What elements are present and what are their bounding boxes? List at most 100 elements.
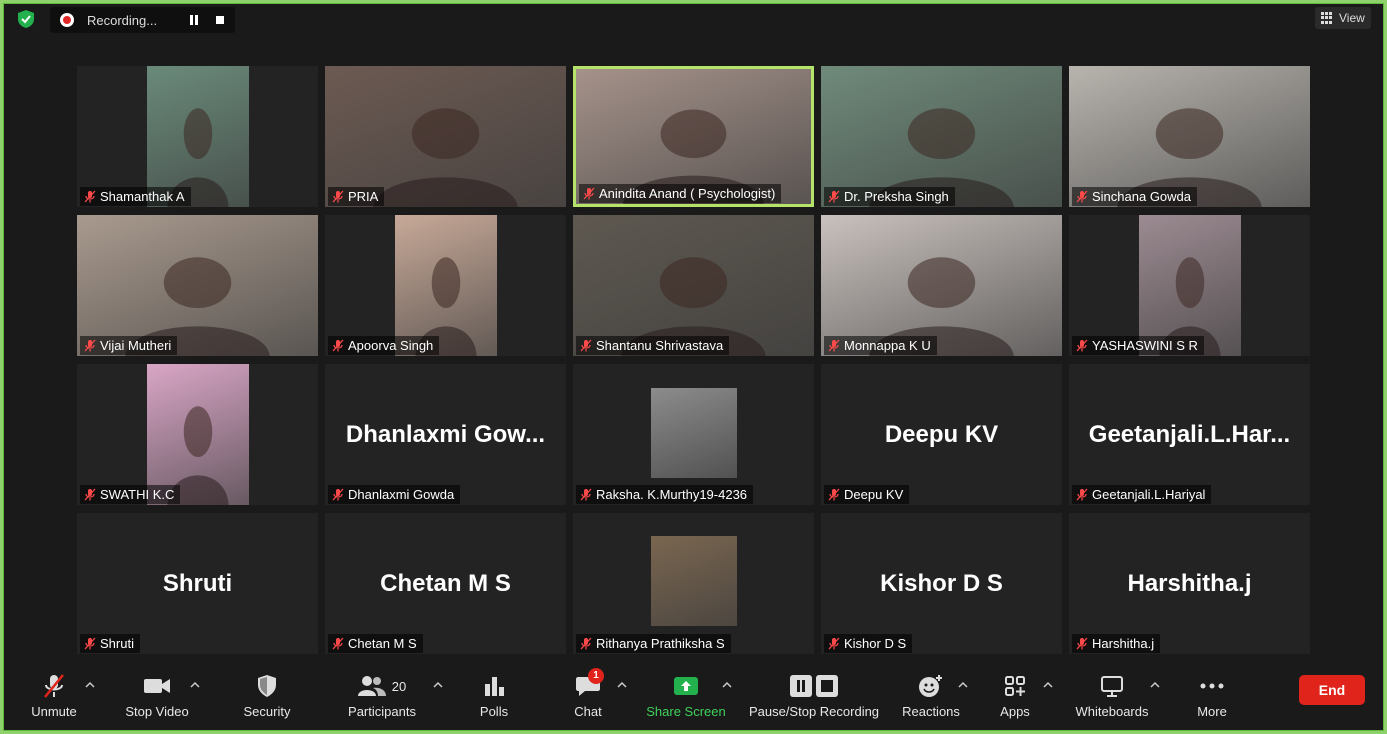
chat-label: Chat xyxy=(574,704,602,719)
muted-mic-icon xyxy=(332,190,344,203)
security-button[interactable]: Security xyxy=(239,672,295,719)
whiteboards-options-chevron-icon[interactable] xyxy=(1149,680,1161,690)
view-label: View xyxy=(1339,11,1365,25)
participant-display-name: Dhanlaxmi Gow... xyxy=(345,421,546,448)
reactions-options-chevron-icon[interactable] xyxy=(957,680,969,690)
security-shield-icon[interactable] xyxy=(16,9,36,29)
stop-video-button[interactable]: Stop Video xyxy=(119,672,195,719)
participant-name: Shantanu Shrivastava xyxy=(596,338,724,353)
stop-video-label: Stop Video xyxy=(125,704,189,719)
pause-stop-recording-button[interactable]: Pause/Stop Recording xyxy=(748,672,880,719)
participant-video xyxy=(651,536,737,626)
participant-tile[interactable]: YASHASWINI S R xyxy=(1069,215,1310,356)
polls-button[interactable]: Polls xyxy=(474,672,514,719)
participant-tile[interactable]: Chetan M S Chetan M S xyxy=(325,513,566,654)
view-button[interactable]: View xyxy=(1315,7,1371,29)
participant-tile[interactable]: Monnappa K U xyxy=(821,215,1062,356)
participant-tile[interactable]: Raksha. K.Murthy19-4236 xyxy=(573,364,814,505)
participant-tile[interactable]: Rithanya Prathiksha S xyxy=(573,513,814,654)
participant-name: PRIA xyxy=(348,189,379,204)
muted-mic-icon xyxy=(332,637,344,650)
whiteboards-button[interactable]: Whiteboards xyxy=(1071,672,1153,719)
participant-tile[interactable]: Kishor D S Kishor D S xyxy=(821,513,1062,654)
participant-name-label: YASHASWINI S R xyxy=(1072,336,1204,355)
apps-button[interactable]: Apps xyxy=(998,672,1032,719)
video-options-chevron-icon[interactable] xyxy=(189,680,201,690)
more-button[interactable]: More xyxy=(1192,672,1232,719)
participant-name-label: PRIA xyxy=(328,187,385,206)
participant-display-name: Geetanjali.L.Har... xyxy=(1088,421,1291,448)
chat-options-chevron-icon[interactable] xyxy=(616,680,628,690)
participants-button[interactable]: 20 Participants xyxy=(342,672,422,719)
participant-name: Deepu KV xyxy=(844,487,904,502)
reactions-button[interactable]: Reactions xyxy=(900,672,962,719)
participant-video xyxy=(573,215,814,356)
participant-display-name: Deepu KV xyxy=(884,421,999,448)
share-screen-label: Share Screen xyxy=(646,704,726,719)
participant-name: Dhanlaxmi Gowda xyxy=(348,487,455,502)
participant-tile[interactable]: Shantanu Shrivastava xyxy=(573,215,814,356)
whiteboards-label: Whiteboards xyxy=(1075,704,1149,719)
participant-tile[interactable]: Harshitha.j Harshitha.j xyxy=(1069,513,1310,654)
pause-stop-icon xyxy=(790,675,838,697)
person-silhouette-icon xyxy=(125,257,270,356)
participant-name: Sinchana Gowda xyxy=(1092,189,1192,204)
stop-recording-button[interactable] xyxy=(216,16,224,24)
end-meeting-button[interactable]: End xyxy=(1299,675,1365,705)
participant-name: Kishor D S xyxy=(844,636,907,651)
participant-tile[interactable]: Anindita Anand ( Psychologist) xyxy=(573,66,814,207)
unmute-label: Unmute xyxy=(31,704,77,719)
participant-name-label: Apoorva Singh xyxy=(328,336,440,355)
participant-name-label: Sinchana Gowda xyxy=(1072,187,1198,206)
unmute-button[interactable]: Unmute xyxy=(26,672,82,719)
participant-tile[interactable]: Dr. Preksha Singh xyxy=(821,66,1062,207)
participant-tile[interactable]: PRIA xyxy=(325,66,566,207)
person-silhouette-icon xyxy=(869,108,1014,207)
person-silhouette-icon xyxy=(167,406,229,505)
person-silhouette-icon xyxy=(373,108,518,207)
participant-tile[interactable]: Shamanthak A xyxy=(77,66,318,207)
meeting-toolbar: Unmute Stop Video Security 20 Participan… xyxy=(4,660,1383,730)
participant-name: YASHASWINI S R xyxy=(1092,338,1198,353)
participant-name: Harshitha.j xyxy=(1092,636,1155,651)
participant-tile[interactable]: Deepu KV Deepu KV xyxy=(821,364,1062,505)
participant-tile[interactable]: SWATHI K.C xyxy=(77,364,318,505)
muted-mic-icon xyxy=(1076,488,1088,501)
muted-mic-icon xyxy=(828,488,840,501)
more-dots-icon xyxy=(1200,683,1224,689)
muted-mic-icon xyxy=(828,190,840,203)
shield-icon xyxy=(258,675,276,697)
participants-options-chevron-icon[interactable] xyxy=(432,680,444,690)
participant-tile[interactable]: Sinchana Gowda xyxy=(1069,66,1310,207)
apps-options-chevron-icon[interactable] xyxy=(1042,680,1054,690)
person-silhouette-icon xyxy=(167,108,229,207)
participant-name-label: Vijai Mutheri xyxy=(80,336,178,355)
audio-options-chevron-icon[interactable] xyxy=(84,680,96,690)
participant-name: Shamanthak A xyxy=(100,189,185,204)
participant-video xyxy=(821,66,1062,207)
participant-display-name: Harshitha.j xyxy=(1127,570,1252,597)
share-screen-icon xyxy=(674,677,698,695)
participant-tile[interactable]: Dhanlaxmi Gow... Dhanlaxmi Gowda xyxy=(325,364,566,505)
participant-name-label: Shamanthak A xyxy=(80,187,191,206)
share-options-chevron-icon[interactable] xyxy=(721,680,733,690)
participant-name-label: Chetan M S xyxy=(328,634,423,653)
participant-tile[interactable]: Geetanjali.L.Har... Geetanjali.L.Hariyal xyxy=(1069,364,1310,505)
pause-recording-button[interactable] xyxy=(187,13,201,27)
person-silhouette-icon xyxy=(621,257,766,356)
participant-video xyxy=(1069,66,1310,207)
reactions-label: Reactions xyxy=(902,704,960,719)
participant-tile[interactable]: Shruti Shruti xyxy=(77,513,318,654)
participant-tile[interactable]: Vijai Mutheri xyxy=(77,215,318,356)
participant-name: Chetan M S xyxy=(348,636,417,651)
participant-name-label: Rithanya Prathiksha S xyxy=(576,634,731,653)
chat-button[interactable]: 1 Chat xyxy=(566,668,610,719)
participant-display-name: Chetan M S xyxy=(380,570,511,597)
participant-name: Monnappa K U xyxy=(844,338,931,353)
share-screen-button[interactable]: Share Screen xyxy=(644,672,728,719)
participant-video xyxy=(395,215,497,356)
muted-mic-icon xyxy=(828,637,840,650)
participant-tile[interactable]: Apoorva Singh xyxy=(325,215,566,356)
participant-name-label: SWATHI K.C xyxy=(80,485,181,504)
person-silhouette-icon xyxy=(1159,257,1221,356)
